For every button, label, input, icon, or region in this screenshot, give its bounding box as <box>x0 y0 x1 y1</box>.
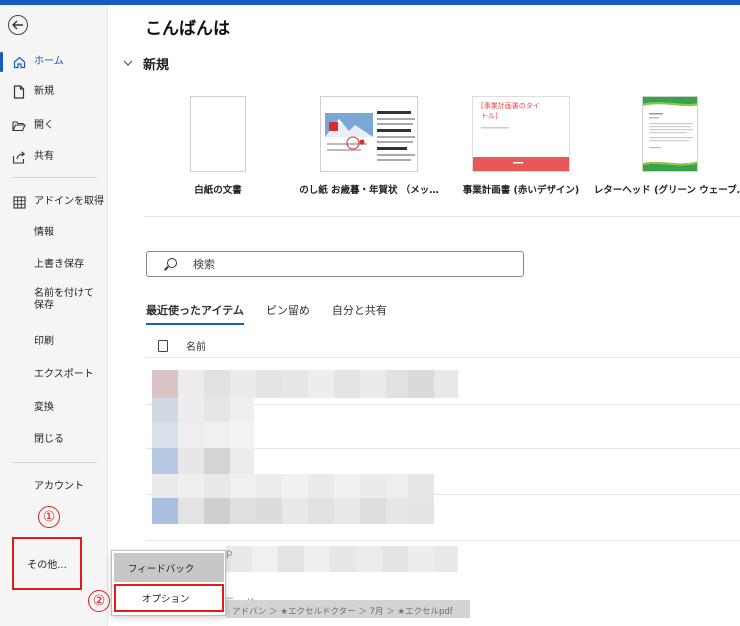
sidebar-item-more[interactable]: その他... <box>12 537 82 590</box>
sidebar-item-label: 情報 <box>34 227 54 238</box>
sidebar-item-info[interactable]: 情報 <box>0 227 107 239</box>
sidebar-item-convert[interactable]: 変換 <box>0 402 107 414</box>
annotation-number-1: ① <box>38 506 60 528</box>
backstage-sidebar: ホーム 新規 開く 共有 アドインを取得 情報 上書き保存 名前を付けて保存 印… <box>0 5 108 626</box>
background-file-path: アドバン ＞ ★エクセルドクター ＞ 7月 ＞ ★エクセルpdf <box>232 607 453 617</box>
tab-recent[interactable]: 最近使ったアイテム <box>146 302 244 325</box>
row-divider <box>146 357 740 358</box>
template-business-plan-red[interactable]: [事業計画書のタイトル] 事業計画書 (赤いデザイン) <box>463 96 579 196</box>
search-box[interactable] <box>146 251 524 277</box>
template-caption: 白紙の文書 <box>194 185 242 196</box>
menu-item-feedback[interactable]: フィードバック <box>114 553 224 582</box>
more-flyout-menu: フィードバック オプション <box>111 550 226 616</box>
sidebar-item-new[interactable]: 新規 <box>0 85 107 99</box>
sidebar-item-label: エクスポート <box>34 369 94 380</box>
section-divider <box>145 216 740 217</box>
template-letterhead-green[interactable]: レターヘッド (グリーン ウェーブ… <box>594 96 740 196</box>
file-list-header: 名前 <box>158 338 206 353</box>
sidebar-item-open[interactable]: 開く <box>0 119 107 133</box>
annotation-number-2: ② <box>88 590 110 612</box>
home-icon <box>12 55 26 69</box>
grid-icon <box>12 195 26 209</box>
sidebar-item-label: その他... <box>27 560 67 571</box>
sidebar-item-get-addins[interactable]: アドインを取得 <box>0 195 107 209</box>
section-title: 新規 <box>143 58 170 73</box>
background-file-extension: p <box>226 548 233 559</box>
template-caption: 事業計画書 (赤いデザイン) <box>462 185 580 196</box>
page-title: こんばんは <box>145 19 230 39</box>
sidebar-item-save[interactable]: 上書き保存 <box>0 259 107 271</box>
search-icon <box>165 258 177 270</box>
template-thumbnail <box>190 96 246 172</box>
sidebar-item-label: ホーム <box>34 56 64 67</box>
chevron-down-icon <box>123 58 133 69</box>
sidebar-item-label: 開く <box>34 120 54 131</box>
sidebar-item-save-as[interactable]: 名前を付けて保存 <box>0 288 107 312</box>
folder-open-icon <box>12 119 26 133</box>
new-section-header[interactable]: 新規 <box>123 54 169 73</box>
sidebar-item-export[interactable]: エクスポート <box>0 369 107 381</box>
file-icon <box>158 339 168 352</box>
row-divider <box>146 540 740 541</box>
table-row[interactable] <box>152 370 458 398</box>
template-caption: レターヘッド (グリーン ウェーブ… <box>593 185 740 196</box>
sidebar-item-home[interactable]: ホーム <box>0 52 107 72</box>
table-row[interactable] <box>152 422 254 448</box>
sidebar-item-label: アカウント <box>34 481 84 492</box>
sidebar-item-label: アドインを取得 <box>34 196 104 207</box>
sidebar-divider <box>12 177 97 178</box>
sidebar-divider <box>12 462 97 463</box>
sidebar-item-label: 名前を付けて保存 <box>34 288 94 311</box>
sidebar-item-label: 変換 <box>34 402 54 413</box>
sidebar-item-label: 共有 <box>34 151 54 162</box>
back-arrow-icon[interactable] <box>8 15 28 35</box>
search-input[interactable] <box>193 257 493 271</box>
menu-item-options[interactable]: オプション <box>114 584 224 612</box>
sidebar-item-label: 印刷 <box>34 336 54 347</box>
table-row[interactable] <box>152 498 458 524</box>
tab-pinned[interactable]: ピン留め <box>266 302 310 325</box>
table-row[interactable] <box>226 546 458 572</box>
template-thumbnail <box>642 96 698 172</box>
new-doc-icon <box>12 85 26 99</box>
template-blank-document[interactable]: 白紙の文書 <box>190 96 246 196</box>
template-caption: のし紙 お歳暮・年賀状 （メッ… <box>299 185 439 196</box>
sidebar-item-close[interactable]: 閉じる <box>0 434 107 446</box>
share-icon <box>12 150 26 164</box>
template-thumbnail: [事業計画書のタイトル] <box>472 96 570 172</box>
column-header-name[interactable]: 名前 <box>186 338 206 353</box>
sidebar-item-share[interactable]: 共有 <box>0 150 107 164</box>
sidebar-item-label: 閉じる <box>34 434 64 445</box>
file-tabs: 最近使ったアイテム ピン留め 自分と共有 <box>146 302 409 325</box>
sidebar-item-account[interactable]: アカウント <box>0 481 107 493</box>
table-row[interactable] <box>152 448 254 474</box>
template-thumbnail <box>320 96 418 172</box>
table-row[interactable] <box>152 474 458 498</box>
sidebar-item-print[interactable]: 印刷 <box>0 336 107 348</box>
sidebar-item-label: 上書き保存 <box>34 259 84 270</box>
window-top-accent-bar <box>0 0 740 5</box>
template-noshi[interactable]: のし紙 お歳暮・年賀状 （メッ… <box>299 96 439 196</box>
table-row[interactable] <box>152 398 254 422</box>
sidebar-item-label: 新規 <box>34 86 54 97</box>
tab-shared-with-me[interactable]: 自分と共有 <box>332 302 387 325</box>
